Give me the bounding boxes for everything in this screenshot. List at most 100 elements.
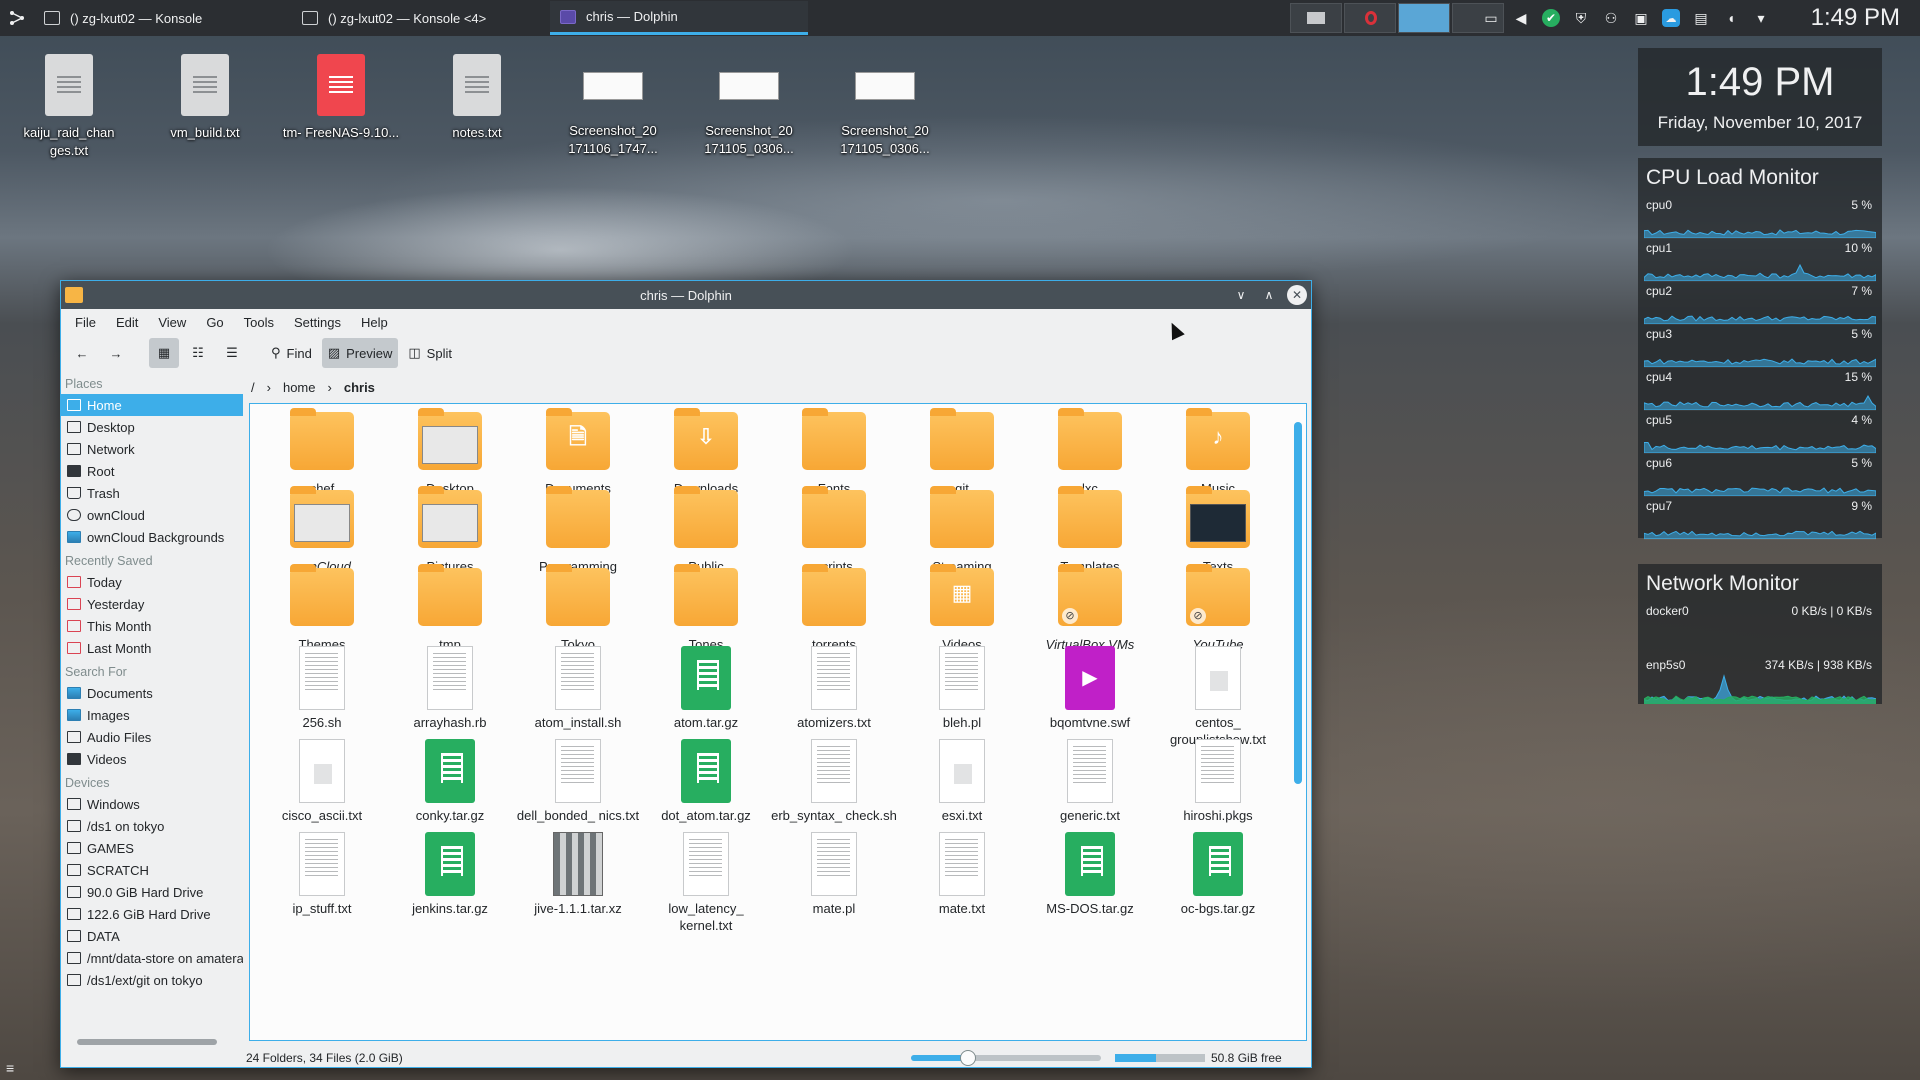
maximize-icon[interactable]: ∧ (1259, 285, 1279, 305)
file-item[interactable]: low_latency_ kernel.txt (642, 824, 770, 934)
folder-icon: 🗎 (546, 408, 610, 470)
dolphin-folder-icon[interactable] (65, 287, 83, 303)
split-button[interactable]: ◫ Split (402, 338, 458, 368)
places-item-scratch[interactable]: SCRATCH (61, 859, 243, 881)
file-item[interactable]: esxi.txt (898, 731, 1026, 824)
terminal-tray-icon[interactable]: ▭ (1482, 9, 1500, 27)
file-item[interactable]: dot_atom.tar.gz (642, 731, 770, 824)
places-item-games[interactable]: GAMES (61, 837, 243, 859)
places-item-mnt-data-store-on-amatera[interactable]: /mnt/data-store on amatera (61, 947, 243, 969)
file-item[interactable]: atom_install.sh (514, 638, 642, 731)
file-item[interactable]: dell_bonded_ nics.txt (514, 731, 642, 824)
file-item[interactable]: ▶ bqomtvne.swf (1026, 638, 1154, 731)
file-item[interactable]: arrayhash.rb (386, 638, 514, 731)
find-button[interactable]: ⚲ Find (265, 338, 318, 368)
breadcrumb-current[interactable]: chris (344, 380, 375, 395)
places-item-windows[interactable]: Windows (61, 793, 243, 815)
task-button[interactable]: chris — Dolphin (550, 1, 808, 35)
places-item-audio-files[interactable]: Audio Files (61, 726, 243, 748)
menu-help[interactable]: Help (351, 315, 398, 330)
file-item[interactable]: erb_syntax_ check.sh (770, 731, 898, 824)
menu-tools[interactable]: Tools (234, 315, 284, 330)
menu-edit[interactable]: Edit (106, 315, 148, 330)
minimize-icon[interactable]: ∨ (1231, 285, 1251, 305)
breadcrumb-root[interactable]: / (251, 380, 255, 395)
icons-view-button[interactable]: ▦ (149, 338, 179, 368)
file-item[interactable]: MS-DOS.tar.gz (1026, 824, 1154, 917)
pager-desktop-1[interactable] (1290, 3, 1342, 33)
clipboard-icon[interactable]: ▤ (1692, 9, 1710, 27)
places-item-today[interactable]: Today (61, 571, 243, 593)
task-button[interactable]: () zg-lxut02 — Konsole (34, 1, 292, 35)
places-item-root[interactable]: Root (61, 460, 243, 482)
places-item-last-month[interactable]: Last Month (61, 637, 243, 659)
file-item[interactable]: mate.pl (770, 824, 898, 917)
places-item-network[interactable]: Network (61, 438, 243, 460)
owncloud-icon[interactable]: ☁ (1662, 9, 1680, 27)
file-item[interactable]: jive-1.1.1.tar.xz (514, 824, 642, 917)
forward-button[interactable]: → (101, 338, 131, 368)
places-item-data[interactable]: DATA (61, 925, 243, 947)
file-item[interactable]: mate.txt (898, 824, 1026, 917)
places-item-owncloud-backgrounds[interactable]: ownCloud Backgrounds (61, 526, 243, 548)
notifications-icon[interactable]: ◀ (1512, 9, 1530, 27)
tray-expand-icon[interactable]: ▾ (1752, 9, 1770, 27)
menu-file[interactable]: File (65, 315, 106, 330)
desktop-icon[interactable]: notes.txt (412, 54, 542, 142)
kde-connect-icon[interactable]: ⚇ (1602, 9, 1620, 27)
file-item[interactable]: atomizers.txt (770, 638, 898, 731)
close-icon[interactable]: ✕ (1287, 285, 1307, 305)
pager-desktop-3[interactable] (1398, 3, 1450, 33)
desktop-icon[interactable]: Screenshot_20 171105_0306... (684, 54, 814, 158)
desktop-icon[interactable]: tm- FreeNAS-9.10... (276, 54, 406, 142)
file-item[interactable]: bleh.pl (898, 638, 1026, 731)
file-item[interactable]: conky.tar.gz (386, 731, 514, 824)
updates-ok-icon[interactable]: ✔ (1542, 9, 1560, 27)
places-item-trash[interactable]: Trash (61, 482, 243, 504)
task-button[interactable]: () zg-lxut02 — Konsole <4> (292, 1, 550, 35)
pager-desktop-2[interactable] (1344, 3, 1396, 33)
preview-button[interactable]: ▨ Preview (321, 338, 399, 368)
desktop-icon[interactable]: Screenshot_20 171105_0306... (820, 54, 950, 158)
menu-go[interactable]: Go (196, 315, 233, 330)
places-item-owncloud[interactable]: ownCloud (61, 504, 243, 526)
places-item-documents[interactable]: Documents (61, 682, 243, 704)
zoom-slider[interactable] (911, 1050, 1101, 1066)
desktop-toolbox-icon[interactable]: ≡ (6, 1060, 14, 1076)
volume-icon[interactable]: ◖ (1722, 9, 1740, 27)
window-titlebar[interactable]: chris — Dolphin ∨ ∧ ✕ (61, 281, 1311, 309)
shield-icon[interactable]: ⛨ (1572, 9, 1590, 27)
back-button[interactable]: ← (67, 338, 97, 368)
places-item-122-6-gib-hard-drive[interactable]: 122.6 GiB Hard Drive (61, 903, 243, 925)
file-item[interactable]: oc-bgs.tar.gz (1154, 824, 1282, 917)
file-item[interactable]: jenkins.tar.gz (386, 824, 514, 917)
places-item-ds1-ext-git-on-tokyo[interactable]: /ds1/ext/git on tokyo (61, 969, 243, 991)
compact-view-button[interactable]: ☷ (183, 338, 213, 368)
application-launcher-icon[interactable] (0, 0, 34, 36)
file-item[interactable]: ip_stuff.txt (258, 824, 386, 917)
panel-clock[interactable]: 1:49 PM (1811, 0, 1900, 36)
places-item-home[interactable]: Home (61, 394, 243, 416)
file-item[interactable]: atom.tar.gz (642, 638, 770, 731)
desktop-icon[interactable]: kaiju_raid_chan ges.txt (4, 54, 134, 160)
breadcrumb-home[interactable]: home (283, 380, 316, 395)
places-item-90-0-gib-hard-drive[interactable]: 90.0 GiB Hard Drive (61, 881, 243, 903)
places-item-yesterday[interactable]: Yesterday (61, 593, 243, 615)
vertical-scrollbar[interactable] (1294, 414, 1302, 1024)
details-view-button[interactable]: ☰ (217, 338, 247, 368)
desktop-icon[interactable]: vm_build.txt (140, 54, 270, 142)
desktop-icon[interactable]: Screenshot_20 171106_1747... (548, 54, 678, 158)
places-item-videos[interactable]: Videos (61, 748, 243, 770)
menu-settings[interactable]: Settings (284, 315, 351, 330)
display-icon[interactable]: ▣ (1632, 9, 1650, 27)
file-item[interactable]: hiroshi.pkgs (1154, 731, 1282, 824)
places-item-images[interactable]: Images (61, 704, 243, 726)
places-item-ds1-on-tokyo[interactable]: /ds1 on tokyo (61, 815, 243, 837)
file-item[interactable]: cisco_ascii.txt (258, 731, 386, 824)
places-item-desktop[interactable]: Desktop (61, 416, 243, 438)
places-horizontal-scrollbar[interactable] (67, 1037, 237, 1047)
menu-view[interactable]: View (148, 315, 196, 330)
file-item[interactable]: 256.sh (258, 638, 386, 731)
file-item[interactable]: generic.txt (1026, 731, 1154, 824)
places-item-this-month[interactable]: This Month (61, 615, 243, 637)
